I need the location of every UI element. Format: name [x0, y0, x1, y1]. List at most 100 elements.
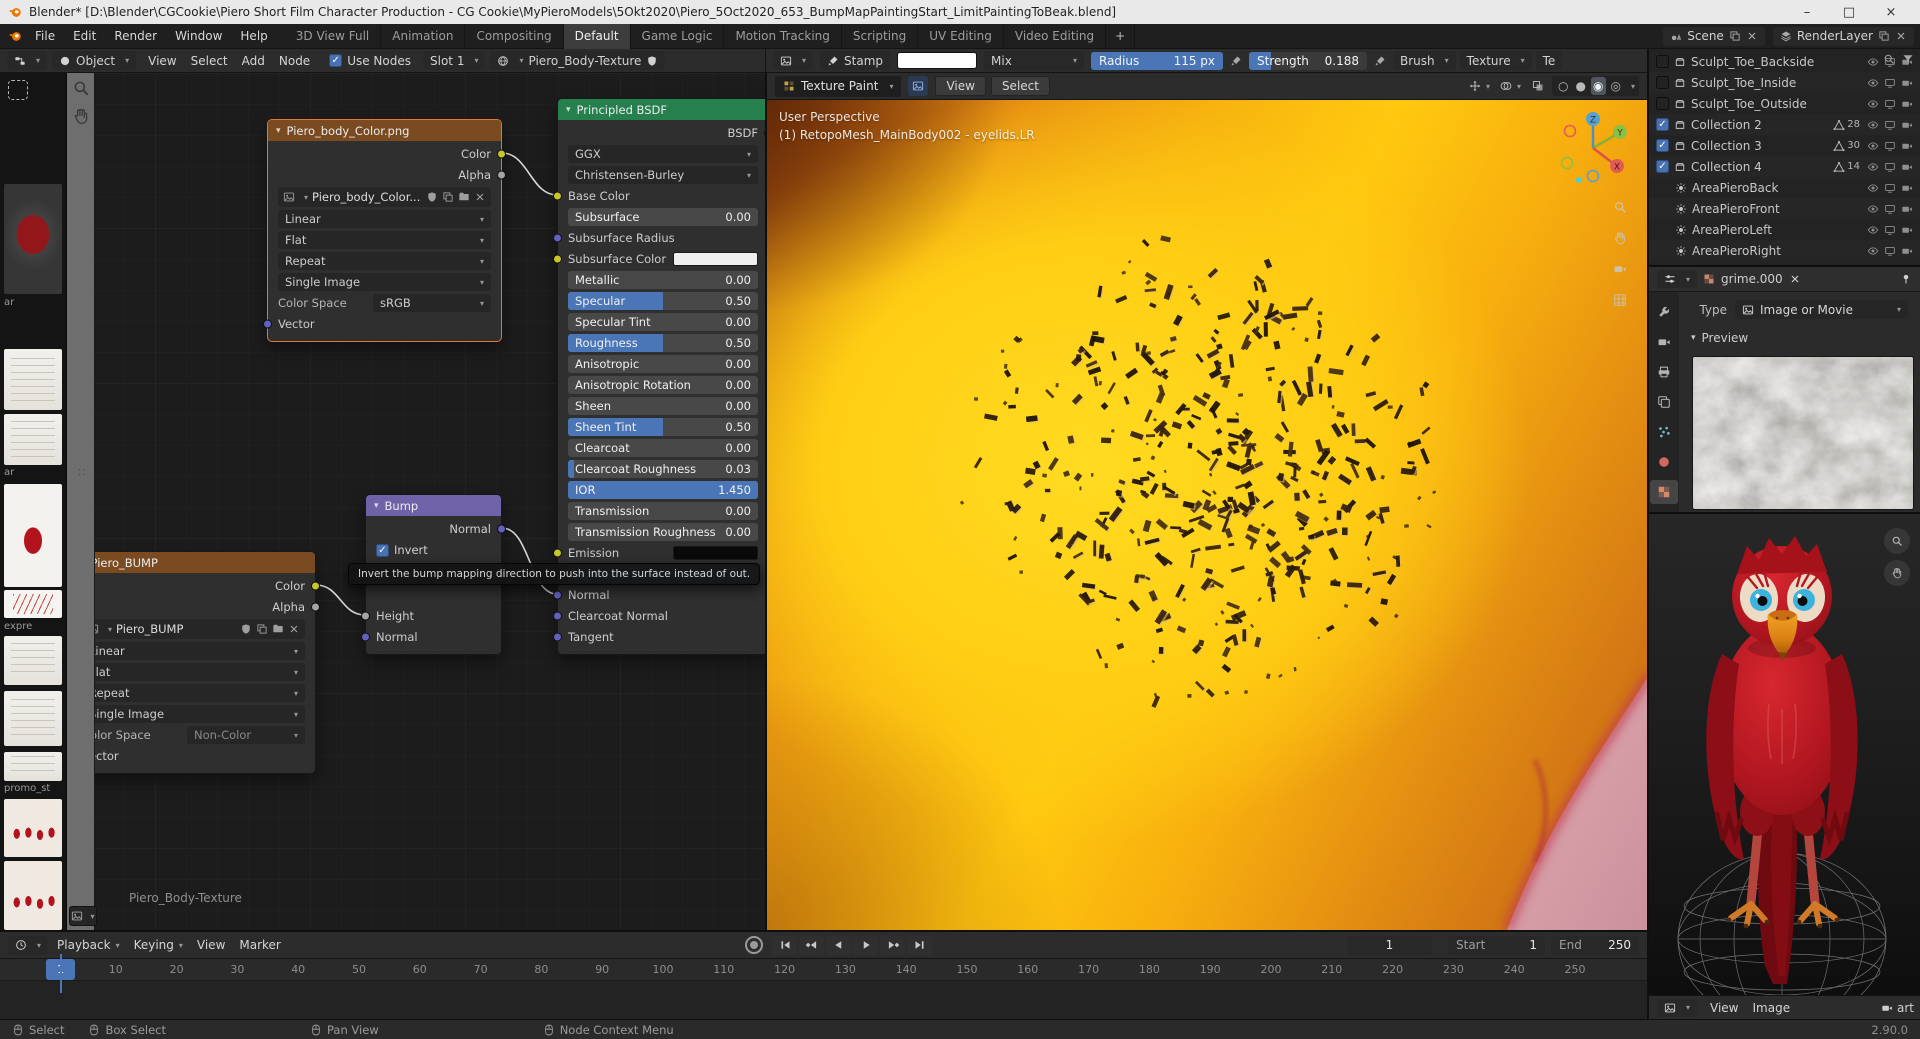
collection-checkbox[interactable]: ✓ [1656, 139, 1669, 152]
bsdf-input-sheen[interactable]: Sheen0.00 [568, 397, 758, 415]
play-reverse-button[interactable] [826, 936, 851, 955]
collection-checkbox[interactable]: ✓ [1656, 118, 1669, 131]
remove-layer-icon[interactable] [1895, 30, 1907, 42]
output-socket-color[interactable] [497, 150, 506, 159]
input-socket-clearcoat-normal[interactable] [553, 612, 562, 621]
input-socket-emission[interactable] [553, 549, 562, 558]
workspace-tab-3d-view-full[interactable]: 3D View Full [285, 24, 382, 49]
shading-solid-button[interactable]: ● [1574, 77, 1588, 95]
workspace-tab-motion-tracking[interactable]: Motion Tracking [724, 24, 841, 49]
overlays-dropdown[interactable]: ▾ [1497, 76, 1524, 96]
render-result-icon[interactable] [1881, 1002, 1893, 1014]
bsdf-input-base-color[interactable]: Base Color [568, 187, 758, 205]
mode-dropdown[interactable]: Texture Paint▾ [775, 76, 901, 97]
workspace-tab-video-editing[interactable]: Video Editing [1004, 24, 1106, 49]
reference-thumbnail[interactable] [4, 636, 62, 685]
outliner-row-sculpt-toe-backside[interactable]: Sculpt_Toe_Backside [1649, 51, 1920, 72]
timeline-menu-keying[interactable]: Keying▾ [127, 938, 190, 952]
bsdf-input-specular[interactable]: Specular0.50 [568, 292, 758, 310]
input-socket-normal[interactable] [361, 633, 370, 642]
input-socket-subsurface-radius[interactable] [553, 234, 562, 243]
image-datablock-selector[interactable]: ▾Piero_body_Color... [278, 187, 491, 207]
pan-hand-icon[interactable] [1613, 231, 1627, 245]
input-socket-vector[interactable] [263, 320, 272, 329]
workspace-tab--[interactable]: + [1106, 24, 1135, 49]
menu-render[interactable]: Render [105, 24, 166, 49]
reference-thumbnail[interactable] [4, 752, 62, 781]
bsdf-input-anisotropic-rotation[interactable]: Anisotropic Rotation0.00 [568, 376, 758, 394]
brush-datablock[interactable]: Stamp [820, 51, 890, 70]
output-socket-color[interactable] [311, 582, 320, 591]
editor-type-button[interactable]: ▾ [7, 51, 47, 70]
viewport-canvas[interactable]: User Perspective (1) RetopoMesh_MainBody… [767, 100, 1647, 930]
workspace-tab-compositing[interactable]: Compositing [465, 24, 563, 49]
disable-in-renders-icon[interactable] [1901, 98, 1913, 110]
jump-to-start-button[interactable] [772, 936, 797, 955]
node-image-texture-color[interactable]: ▾Piero_body_Color.png Color Alpha ▾Piero… [267, 119, 502, 342]
invert-toggle-row[interactable]: ✓Invert [376, 541, 491, 559]
shading-rendered-button[interactable]: ◎ [1609, 77, 1623, 95]
node-menu-select[interactable]: Select [184, 54, 235, 68]
disable-in-viewports-icon[interactable] [1884, 140, 1896, 152]
pan-hand-icon[interactable] [1884, 560, 1910, 586]
output-socket-alpha[interactable] [311, 603, 320, 612]
shading-material-button[interactable]: ◉ [1591, 77, 1605, 95]
extension-dropdown[interactable]: Repeat▾ [278, 252, 491, 270]
hide-in-viewport-icon[interactable] [1867, 119, 1879, 131]
3d-viewport[interactable]: Texture Paint▾ ViewSelect ▾ ▾ ○ ● ◉ ◎ ▾ [765, 73, 1647, 930]
input-socket-height[interactable] [361, 612, 370, 621]
hide-in-viewport-icon[interactable] [1867, 245, 1879, 257]
reference-thumbnail[interactable] [4, 861, 62, 930]
minimize-button[interactable]: – [1786, 5, 1828, 20]
output-socket-normal[interactable] [497, 525, 506, 534]
subsurface-method-dropdown[interactable]: Christensen-Burley▾ [568, 166, 758, 184]
divider-grip[interactable]: :: [76, 468, 89, 477]
frame-ruler[interactable]: 1 11020304050607080901001101201301401501… [0, 959, 1647, 981]
pan-hand-icon[interactable] [72, 107, 90, 125]
disable-in-renders-icon[interactable] [1901, 119, 1913, 131]
input-socket-normal[interactable] [553, 591, 562, 600]
extension-dropdown[interactable]: Repeat▾ [82, 684, 305, 702]
unlink-scene-icon[interactable] [1746, 30, 1758, 42]
fake-user-icon[interactable] [646, 55, 658, 67]
disable-in-renders-icon[interactable] [1901, 140, 1913, 152]
reference-thumbnail[interactable] [4, 590, 62, 618]
tool-menu-brush[interactable]: Brush▾ [1393, 51, 1456, 70]
camera-view-icon[interactable] [1613, 262, 1627, 276]
disable-in-renders-icon[interactable] [1901, 224, 1913, 236]
preview-section-header[interactable]: ▾Preview [1691, 331, 1908, 345]
unlink-icon[interactable] [1789, 273, 1801, 285]
new-layer-icon[interactable] [1878, 30, 1890, 42]
disable-in-viewports-icon[interactable] [1884, 161, 1896, 173]
outliner-row-sculpt-toe-outside[interactable]: Sculpt_Toe_Outside [1649, 93, 1920, 114]
new-scene-icon[interactable] [1729, 30, 1741, 42]
bsdf-input-clearcoat-roughness[interactable]: Clearcoat Roughness0.03 [568, 460, 758, 478]
menu-edit[interactable]: Edit [64, 24, 105, 49]
frame-end-field[interactable]: End250 [1551, 936, 1639, 955]
viewport-navigation-gizmo[interactable]: Z Y X [1551, 106, 1635, 190]
zoom-icon[interactable] [1884, 528, 1910, 554]
filter-icon[interactable] [1902, 53, 1914, 65]
reference-thumbnail[interactable] [4, 184, 62, 294]
source-dropdown[interactable]: Single Image▾ [278, 273, 491, 291]
disable-in-renders-icon[interactable] [1901, 245, 1913, 257]
bsdf-input-subsurface-color[interactable]: Subsurface Color [568, 250, 758, 268]
shader-node-editor[interactable]: ▾Principled BSDF BSDF GGX▾ Christensen-B… [0, 73, 765, 930]
workspace-tab-uv-editing[interactable]: UV Editing [918, 24, 1004, 49]
collection-checkbox[interactable] [1656, 55, 1669, 68]
search-icon[interactable] [1883, 53, 1895, 65]
viewport-menu-select[interactable]: Select [991, 76, 1050, 96]
disable-in-viewports-icon[interactable] [1884, 98, 1896, 110]
disable-in-viewports-icon[interactable] [1884, 224, 1896, 236]
hide-in-viewport-icon[interactable] [1867, 224, 1879, 236]
open-folder-icon[interactable] [272, 623, 284, 635]
node-header[interactable]: ▾Piero_BUMP [72, 552, 315, 573]
outliner-row-areapieroleft[interactable]: AreaPieroLeft [1649, 219, 1920, 240]
bsdf-input-clearcoat-normal[interactable]: Clearcoat Normal [568, 607, 758, 625]
shading-wireframe-button[interactable]: ○ [1556, 77, 1570, 95]
disable-in-renders-icon[interactable] [1901, 77, 1913, 89]
menu-file[interactable]: File [26, 24, 64, 49]
character-preview-editor[interactable]: ▾ ViewImage art [1647, 514, 1920, 1019]
editor-type-button[interactable]: ▾ [1657, 999, 1697, 1017]
strength-pressure-icon[interactable] [1374, 55, 1386, 67]
